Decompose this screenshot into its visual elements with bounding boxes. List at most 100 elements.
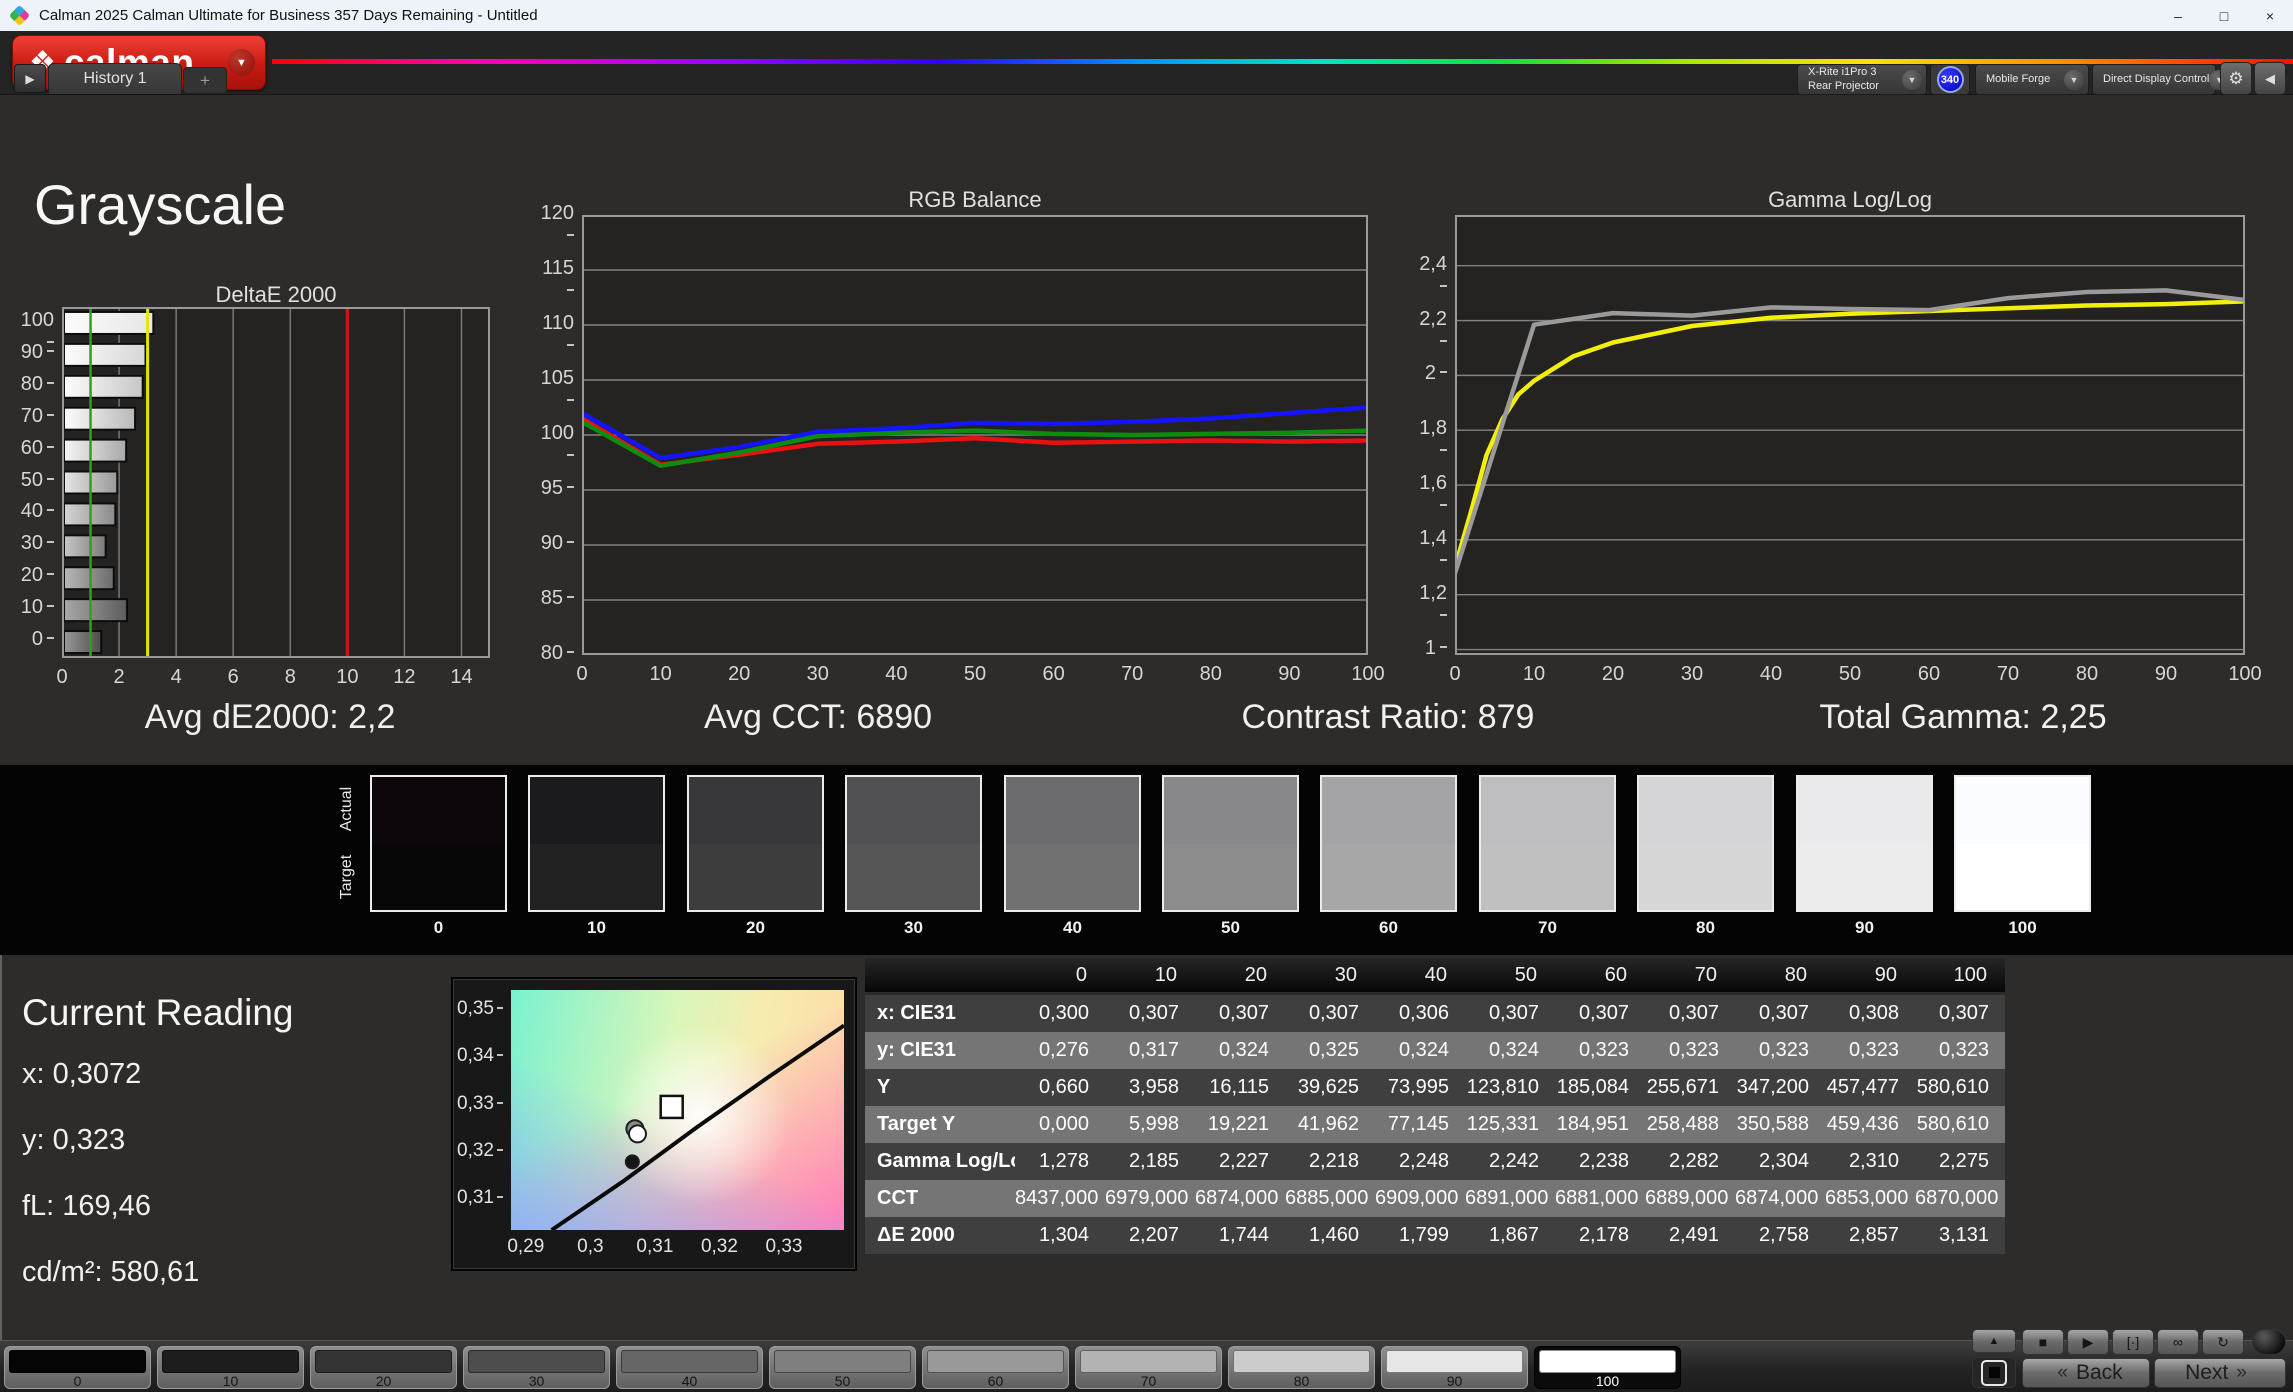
table-cell: 0,307 (1195, 995, 1285, 1032)
tab-history-1[interactable]: History 1 (48, 63, 182, 94)
patch-button-30[interactable]: 30 (463, 1346, 610, 1389)
stop-button[interactable]: ■ (2022, 1329, 2064, 1355)
rgb-balance-chart: RGB Balance 120 115 110 105 100 95 90 85 80 0 10 20… (540, 185, 1385, 693)
table-cell: 6891,000 (1465, 1180, 1555, 1217)
meter-dropdown[interactable]: X-Rite i1Pro 3 Rear Projector ▼ (1797, 64, 1927, 95)
patch-button-100[interactable]: 100 (1534, 1346, 1681, 1389)
rgb-xtick: 100 (1351, 663, 1385, 685)
meter-badge[interactable]: 340 (1930, 64, 1970, 95)
table-cell: 2,248 (1375, 1143, 1465, 1180)
swatch-level-label: 80 (1696, 918, 1715, 937)
table-cell: 2,304 (1735, 1143, 1825, 1180)
table-cell: 2,857 (1825, 1217, 1915, 1254)
patch-swatch (774, 1350, 911, 1373)
patch-button-90[interactable]: 90 (1381, 1346, 1528, 1389)
patch-button-60[interactable]: 60 (922, 1346, 1069, 1389)
patch-button-20[interactable]: 20 (310, 1346, 457, 1389)
swatch-target-half (1164, 843, 1297, 910)
swatch-actual-half (372, 777, 505, 844)
swatch-actual-half (1164, 777, 1297, 844)
gamma-ytick: 1,2 (1413, 582, 1447, 628)
patch-button-80[interactable]: 80 (1228, 1346, 1375, 1389)
deltae-xtick: 10 (336, 666, 359, 688)
settings-button[interactable]: ⚙ (2220, 62, 2252, 95)
deltae-chart-title: DeltaE 2000 (215, 282, 337, 307)
calman-app-window: Calman 2025 Calman Ultimate for Business… (0, 0, 2293, 1392)
play-button[interactable]: ▶ (2067, 1329, 2109, 1355)
grayscale-swatch (1954, 775, 2091, 912)
table-cell: 0,325 (1285, 1032, 1375, 1069)
swatch-target-half (1322, 843, 1455, 910)
display-control-dropdown[interactable]: Direct Display Control ▼ (2092, 64, 2230, 95)
current-reading-x: x: 0,3072 (22, 1058, 142, 1090)
minimize-button[interactable]: – (2155, 0, 2201, 31)
table-cell: 1,278 (1015, 1143, 1105, 1180)
continuous-button[interactable]: ∞ (2157, 1329, 2199, 1355)
patch-button-10[interactable]: 10 (157, 1346, 304, 1389)
measure-window-button[interactable]: [·] (2112, 1329, 2154, 1355)
table-cell: 6909,000 (1375, 1180, 1465, 1217)
collapse-panel-button[interactable]: ◀ (2254, 62, 2286, 95)
patch-swatch (9, 1350, 146, 1373)
patch-swatch (162, 1350, 299, 1373)
patch-swatch (621, 1350, 758, 1373)
maximize-button[interactable]: □ (2201, 0, 2247, 31)
swatch-target-half (1639, 843, 1772, 910)
add-tab-button[interactable]: + (183, 67, 227, 94)
table-cell: 0,307 (1915, 995, 2005, 1032)
status-orb[interactable] (2252, 1329, 2286, 1355)
patch-size-up-button[interactable]: ▲ (1972, 1329, 2016, 1353)
patch-button-70[interactable]: 70 (1075, 1346, 1222, 1389)
back-button[interactable]: « Back (2022, 1358, 2150, 1388)
swatch-level-label: 50 (1221, 918, 1240, 937)
swatch-target-half (1956, 843, 2089, 910)
swatch-target-half (847, 843, 980, 910)
source-dropdown[interactable]: Mobile Forge ▼ (1975, 64, 2089, 95)
patch-button-0[interactable]: 0 (4, 1346, 151, 1389)
table-cell: 0,660 (1015, 1069, 1105, 1106)
table-cell: 2,238 (1555, 1143, 1645, 1180)
chevron-down-icon[interactable]: ▼ (228, 49, 255, 76)
gamma-ytick: 1,6 (1413, 472, 1447, 518)
next-button[interactable]: Next » (2154, 1358, 2286, 1388)
deltae-xtick: 6 (227, 666, 239, 688)
patch-button-40[interactable]: 40 (616, 1346, 763, 1389)
table-cell: 258,488 (1645, 1106, 1735, 1143)
stat-avg-de2000: Avg dE2000: 2,2 (144, 698, 396, 736)
table-cell: 350,588 (1735, 1106, 1825, 1143)
table-cell: 41,962 (1285, 1106, 1375, 1143)
patch-label: 70 (1140, 1373, 1157, 1389)
cie-xtick: 0,31 (636, 1236, 674, 1257)
current-reading-y: y: 0,323 (22, 1124, 126, 1156)
cie-ytick: 0,32 (457, 1140, 503, 1162)
workflow-expander-button[interactable]: ▶ (14, 64, 46, 93)
rgb-xtick: 70 (1121, 663, 1144, 685)
table-cell: 2,207 (1105, 1217, 1195, 1254)
refresh-icon: ↻ (2217, 1333, 2229, 1350)
patch-window-button[interactable] (1972, 1357, 2016, 1388)
cie-ytick: 0,31 (457, 1187, 503, 1209)
stop-icon: ■ (2038, 1334, 2048, 1350)
table-cell: 6889,000 (1645, 1180, 1735, 1217)
table-column-header: 60 (1555, 958, 1645, 992)
rgb-xtick: 40 (885, 663, 908, 685)
table-column-header: 20 (1195, 958, 1285, 992)
gamma-ytick: 2 (1413, 362, 1447, 385)
rgb-ytick: 85 (540, 587, 574, 610)
deltae-xtick: 8 (284, 666, 296, 688)
refresh-button[interactable]: ↻ (2202, 1329, 2244, 1355)
deltae-ytick: 80 (20, 373, 54, 396)
table-cell: 0,307 (1555, 995, 1645, 1032)
patch-button-50[interactable]: 50 (769, 1346, 916, 1389)
rgb-plot (582, 215, 1368, 655)
table-column-header: 90 (1825, 958, 1915, 992)
close-button[interactable]: × (2247, 0, 2293, 31)
rgb-ytick: 100 (540, 422, 574, 468)
rgb-xtick: 10 (649, 663, 672, 685)
gamma-xtick: 100 (2228, 663, 2262, 685)
table-cell: 19,221 (1195, 1106, 1285, 1143)
play-icon: ▶ (2082, 1333, 2094, 1350)
cie-ytick: 0,33 (457, 1093, 503, 1115)
meter-badge-count: 340 (1936, 66, 1964, 93)
table-cell: 77,145 (1375, 1106, 1465, 1143)
